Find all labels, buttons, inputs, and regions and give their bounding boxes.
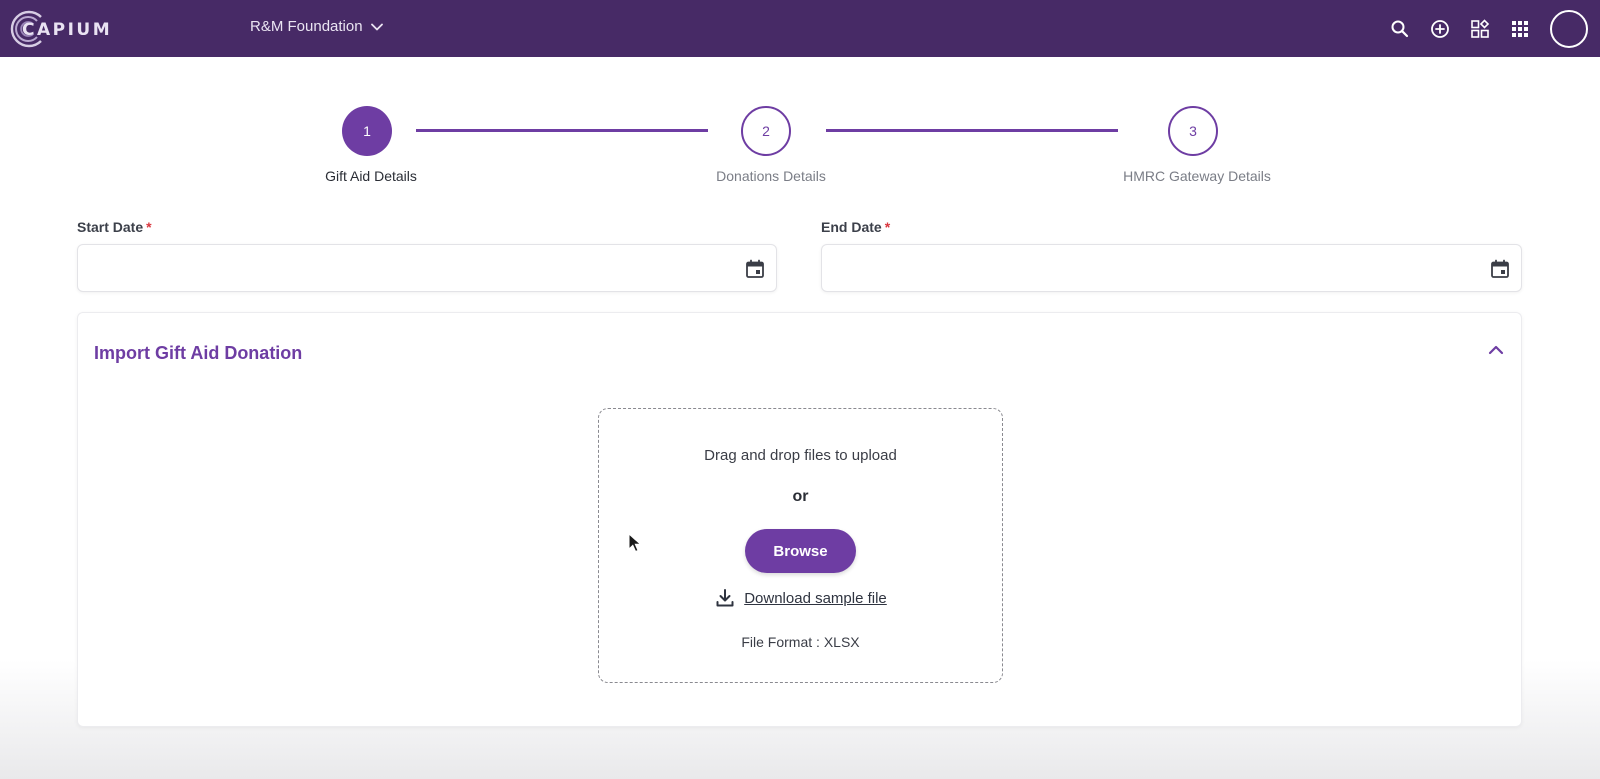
apps-grid-icon bbox=[1512, 20, 1528, 37]
calendar-icon[interactable] bbox=[744, 258, 766, 280]
logo-text: CAPIUM bbox=[22, 20, 113, 40]
progress-stepper: 1 2 3 Gift Aid Details Donations Details… bbox=[0, 106, 1600, 186]
widgets-button[interactable] bbox=[1460, 9, 1500, 49]
step-number: 3 bbox=[1189, 123, 1197, 139]
end-date-label-text: End Date bbox=[821, 219, 882, 235]
step-connector bbox=[826, 129, 1118, 132]
calendar-icon[interactable] bbox=[1489, 258, 1511, 280]
start-date-label: Start Date * bbox=[77, 219, 152, 235]
or-separator: or bbox=[792, 488, 809, 505]
file-format-text: File Format : XLSX bbox=[741, 634, 860, 650]
step-1-label: Gift Aid Details bbox=[325, 168, 417, 184]
import-gift-aid-panel: Import Gift Aid Donation Drag and drop f… bbox=[77, 312, 1522, 727]
step-number: 2 bbox=[762, 123, 770, 139]
download-sample-row: Download sample file bbox=[599, 587, 1002, 609]
mouse-cursor-icon bbox=[628, 533, 642, 553]
step-connector bbox=[416, 129, 708, 132]
end-date-input[interactable] bbox=[822, 245, 1521, 291]
apps-grid-button[interactable] bbox=[1500, 9, 1540, 49]
end-date-label: End Date * bbox=[821, 219, 890, 235]
search-button[interactable] bbox=[1380, 9, 1420, 49]
panel-title: Import Gift Aid Donation bbox=[94, 343, 303, 363]
end-date-field bbox=[821, 244, 1522, 292]
start-date-input[interactable] bbox=[78, 245, 776, 291]
required-mark: * bbox=[146, 219, 152, 235]
capium-logo[interactable]: CAPIUM bbox=[9, 9, 110, 49]
step-2-label: Donations Details bbox=[716, 168, 826, 184]
add-button[interactable] bbox=[1420, 9, 1460, 49]
user-avatar[interactable] bbox=[1550, 9, 1588, 48]
step-3-label: HMRC Gateway Details bbox=[1123, 168, 1271, 184]
widgets-icon bbox=[1471, 18, 1490, 38]
step-2-indicator[interactable]: 2 bbox=[741, 106, 791, 156]
download-sample-link[interactable]: Download sample file bbox=[744, 590, 887, 607]
organization-name: R&M Foundation bbox=[250, 18, 363, 35]
required-mark: * bbox=[884, 219, 891, 235]
download-icon[interactable] bbox=[714, 587, 736, 609]
chevron-up-icon[interactable] bbox=[1485, 339, 1507, 361]
header-actions bbox=[1380, 0, 1600, 57]
browse-button[interactable]: Browse bbox=[745, 529, 856, 573]
top-navigation-bar: CAPIUM R&M Foundation bbox=[0, 0, 1600, 57]
search-icon bbox=[1391, 20, 1409, 37]
step-3-indicator[interactable]: 3 bbox=[1168, 106, 1218, 156]
dropzone-instruction: Drag and drop files to upload bbox=[704, 447, 897, 464]
step-number: 1 bbox=[363, 123, 371, 139]
file-dropzone[interactable]: Drag and drop files to upload or Browse … bbox=[598, 408, 1003, 683]
add-circle-icon bbox=[1431, 19, 1449, 38]
organization-switcher[interactable]: R&M Foundation bbox=[250, 18, 384, 35]
chevron-down-icon bbox=[370, 23, 383, 30]
start-date-field bbox=[77, 244, 777, 292]
step-1-indicator[interactable]: 1 bbox=[342, 106, 392, 156]
start-date-label-text: Start Date bbox=[77, 219, 144, 235]
